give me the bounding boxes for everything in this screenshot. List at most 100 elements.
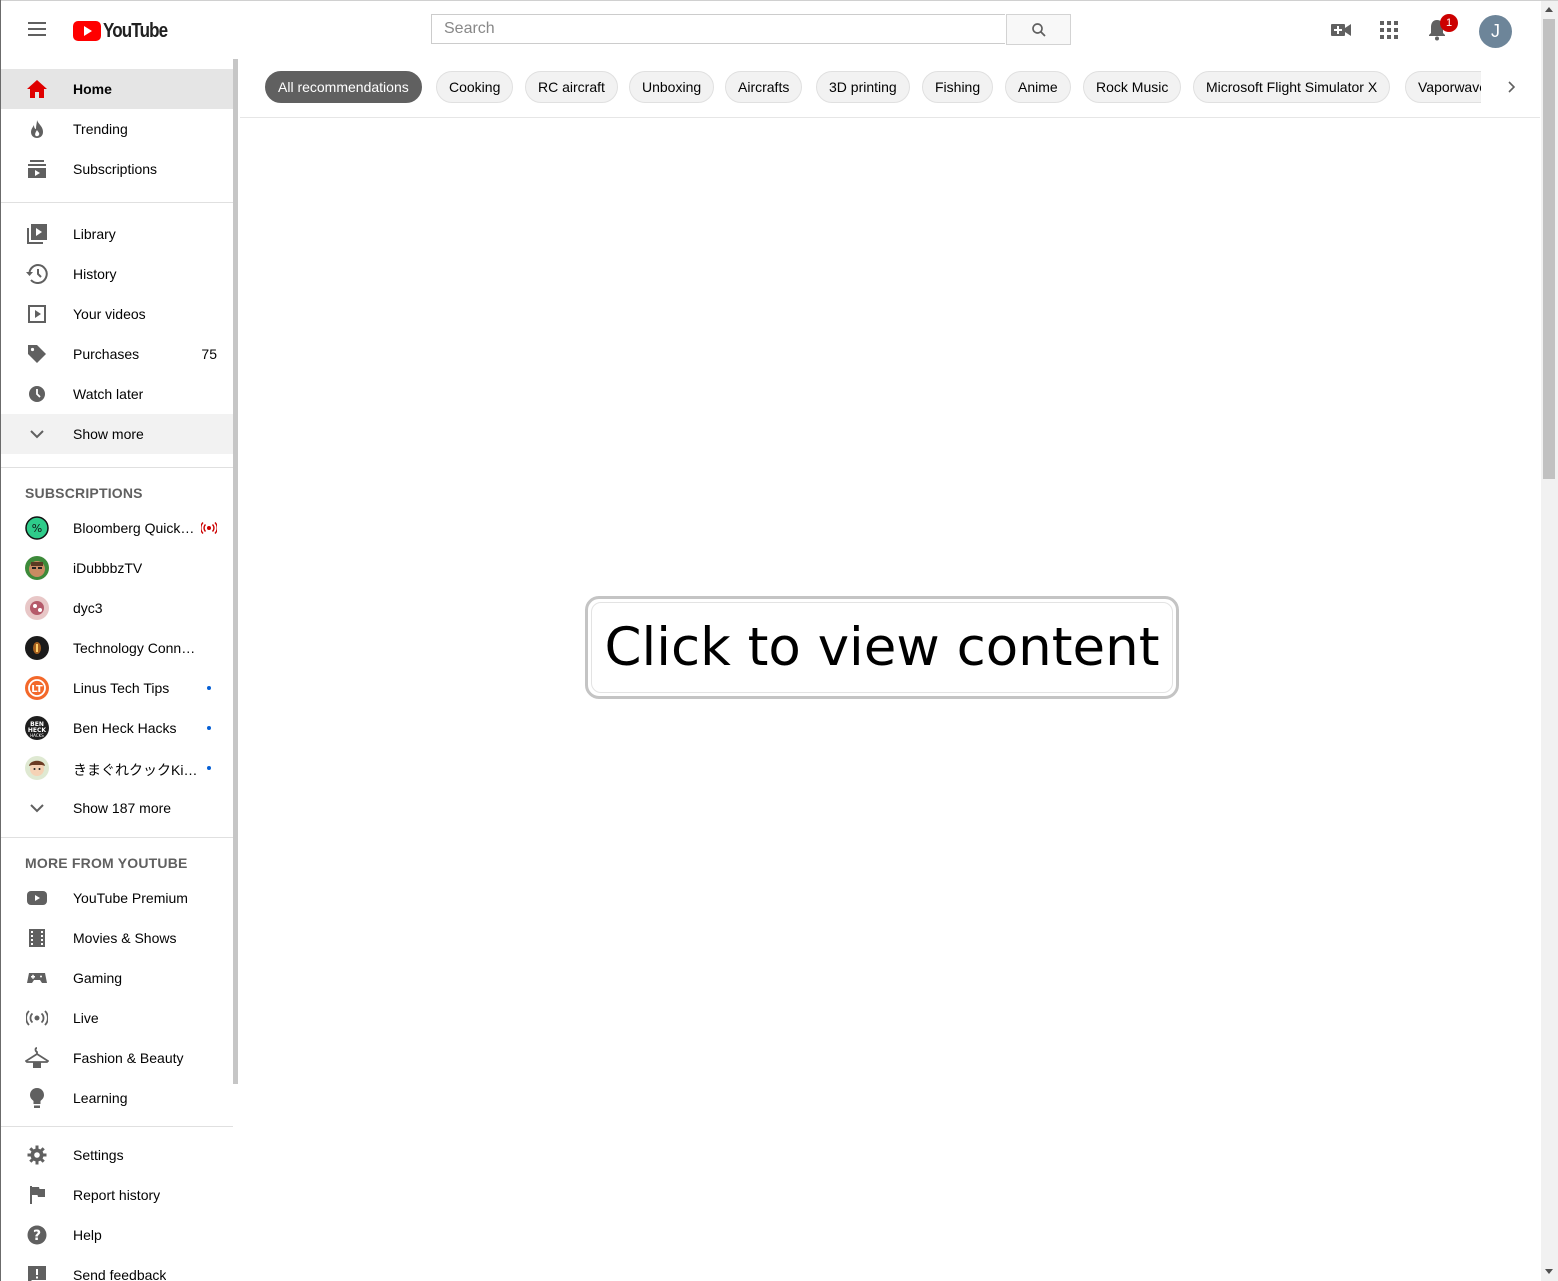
channel-name: iDubbbzTV (73, 560, 143, 576)
search-input[interactable]: Search (431, 14, 1005, 44)
chip-anime[interactable]: Anime (1005, 71, 1071, 103)
sidebar-item-trending[interactable]: Trending (1, 109, 233, 149)
feedback-icon (25, 1263, 49, 1281)
page-scrollbar[interactable] (1541, 1, 1558, 1281)
search-button[interactable] (1006, 14, 1071, 45)
chip-all-recommendations[interactable]: All recommendations (265, 71, 422, 103)
sidebar-divider (1, 202, 233, 203)
sidebar-channel-idubbbztv[interactable]: iDubbbzTV (1, 548, 233, 588)
apps-grid-icon (1380, 21, 1398, 39)
history-icon (25, 262, 49, 286)
sidebar-item-label: YouTube Premium (73, 890, 188, 906)
scroll-down-arrow-icon[interactable] (1545, 1269, 1553, 1274)
chip-unboxing[interactable]: Unboxing (629, 71, 715, 103)
sidebar-item-label: Trending (73, 121, 128, 137)
sidebar-item-movies-shows[interactable]: Movies & Shows (1, 918, 233, 958)
sidebar-item-learning[interactable]: Learning (1, 1078, 233, 1118)
sidebar-item-subscriptions[interactable]: Subscriptions (1, 149, 233, 189)
movies-icon (25, 926, 49, 950)
account-avatar[interactable]: J (1479, 15, 1512, 48)
sidebar-item-label: Gaming (73, 970, 123, 986)
apps-button[interactable] (1376, 17, 1402, 43)
sidebar-divider (1, 837, 233, 838)
sidebar-guide: Home Trending Subscriptions Library Hist… (1, 57, 233, 1281)
recommendation-chips-bar: All recommendations Cooking RC aircraft … (240, 57, 1540, 118)
learning-icon (25, 1086, 49, 1110)
chevron-down-icon (25, 422, 49, 446)
channel-avatar: % (25, 516, 49, 540)
chip-rock-music[interactable]: Rock Music (1083, 71, 1182, 103)
sidebar-item-watch-later[interactable]: Watch later (1, 374, 233, 414)
channel-name: Technology Connecti… (73, 640, 198, 656)
sidebar-item-label: Send feedback (73, 1267, 167, 1281)
sidebar-item-label: Purchases (73, 346, 140, 362)
sidebar-item-label: Live (73, 1010, 99, 1026)
sidebar-item-label: Home (73, 81, 112, 97)
channel-avatar (25, 556, 49, 580)
chip-cooking[interactable]: Cooking (436, 71, 514, 103)
sidebar-channel-ben-heck-hacks[interactable]: BEN HECK HACKS Ben Heck Hacks (1, 708, 233, 748)
channel-name: きまぐれクックKi… (73, 762, 198, 778)
chip-fishing[interactable]: Fishing (922, 71, 994, 103)
chip-3d-printing[interactable]: 3D printing (816, 71, 910, 103)
sidebar-item-live[interactable]: Live (1, 998, 233, 1038)
channel-avatar: LT (25, 676, 49, 700)
live-icon (25, 1006, 49, 1030)
new-content-dot (207, 766, 211, 770)
sidebar-item-show-more-subscriptions[interactable]: Show 187 more (1, 788, 233, 828)
click-to-view-content-button[interactable]: Click to view content (585, 596, 1179, 699)
chip-rc-aircraft[interactable]: RC aircraft (525, 71, 618, 103)
home-icon (25, 77, 49, 101)
sidebar-item-label: Library (73, 226, 116, 242)
sidebar-channel-linus-tech-tips[interactable]: LT Linus Tech Tips (1, 668, 233, 708)
chip-microsoft-flight-simulator-x[interactable]: Microsoft Flight Simulator X (1193, 71, 1391, 103)
sidebar-item-fashion-beauty[interactable]: Fashion & Beauty (1, 1038, 233, 1078)
sidebar-item-youtube-premium[interactable]: YouTube Premium (1, 878, 233, 918)
library-icon (25, 222, 49, 246)
sidebar-channel-kimagure-cook[interactable]: きまぐれクックKi… (1, 748, 233, 788)
sidebar-item-label: Show 187 more (73, 800, 172, 816)
subscriptions-icon (25, 157, 49, 181)
sidebar-item-label: Settings (73, 1147, 124, 1163)
svg-text:LT: LT (31, 684, 43, 695)
purchases-count: 75 (201, 346, 217, 362)
sidebar-scrollbar-thumb[interactable] (233, 59, 238, 1084)
your-videos-icon (25, 302, 49, 326)
new-content-dot (207, 686, 211, 690)
page-scrollbar-thumb[interactable] (1543, 19, 1555, 479)
svg-text:%: % (32, 522, 42, 535)
flag-icon (25, 1183, 49, 1207)
sidebar-channel-bloomberg[interactable]: % Bloomberg QuickT… (1, 508, 233, 548)
sidebar-item-settings[interactable]: Settings (1, 1135, 233, 1175)
sidebar-item-label: Subscriptions (73, 161, 158, 177)
channel-avatar: BEN HECK HACKS (25, 716, 49, 740)
gear-icon (25, 1143, 49, 1167)
sidebar-item-help[interactable]: ? Help (1, 1215, 233, 1255)
sidebar-item-history[interactable]: History (1, 254, 233, 294)
sidebar-item-report-history[interactable]: Report history (1, 1175, 233, 1215)
sidebar-item-label: Show more (73, 426, 144, 442)
svg-text:HACKS: HACKS (30, 733, 44, 738)
sidebar-item-gaming[interactable]: Gaming (1, 958, 233, 998)
chip-aircrafts[interactable]: Aircrafts (725, 71, 803, 103)
sidebar-scrollbar[interactable] (233, 57, 239, 1281)
sidebar-channel-dyc3[interactable]: dyc3 (1, 588, 233, 628)
sidebar-item-purchases[interactable]: Purchases 75 (1, 334, 233, 374)
hamburger-menu-button[interactable] (25, 19, 49, 43)
sidebar-item-library[interactable]: Library (1, 214, 233, 254)
chips-next-button[interactable] (1481, 57, 1541, 117)
sidebar-item-send-feedback[interactable]: Send feedback (1, 1255, 233, 1281)
sidebar-channel-technology-connections[interactable]: Technology Connecti… (1, 628, 233, 668)
channel-name: dyc3 (73, 600, 103, 616)
youtube-logo[interactable]: YouTube (73, 20, 179, 42)
scroll-up-arrow-icon[interactable] (1545, 7, 1553, 12)
sidebar-item-show-more[interactable]: Show more (1, 414, 233, 454)
sidebar-item-label: Help (73, 1227, 102, 1243)
channel-name: Bloomberg QuickT… (73, 520, 198, 536)
youtube-premium-icon (25, 886, 49, 910)
sidebar-item-your-videos[interactable]: Your videos (1, 294, 233, 334)
sidebar-item-home[interactable]: Home (1, 69, 233, 109)
create-video-button[interactable] (1328, 17, 1354, 43)
sidebar-item-label: Fashion & Beauty (73, 1050, 184, 1066)
svg-text:?: ? (33, 1228, 41, 1244)
